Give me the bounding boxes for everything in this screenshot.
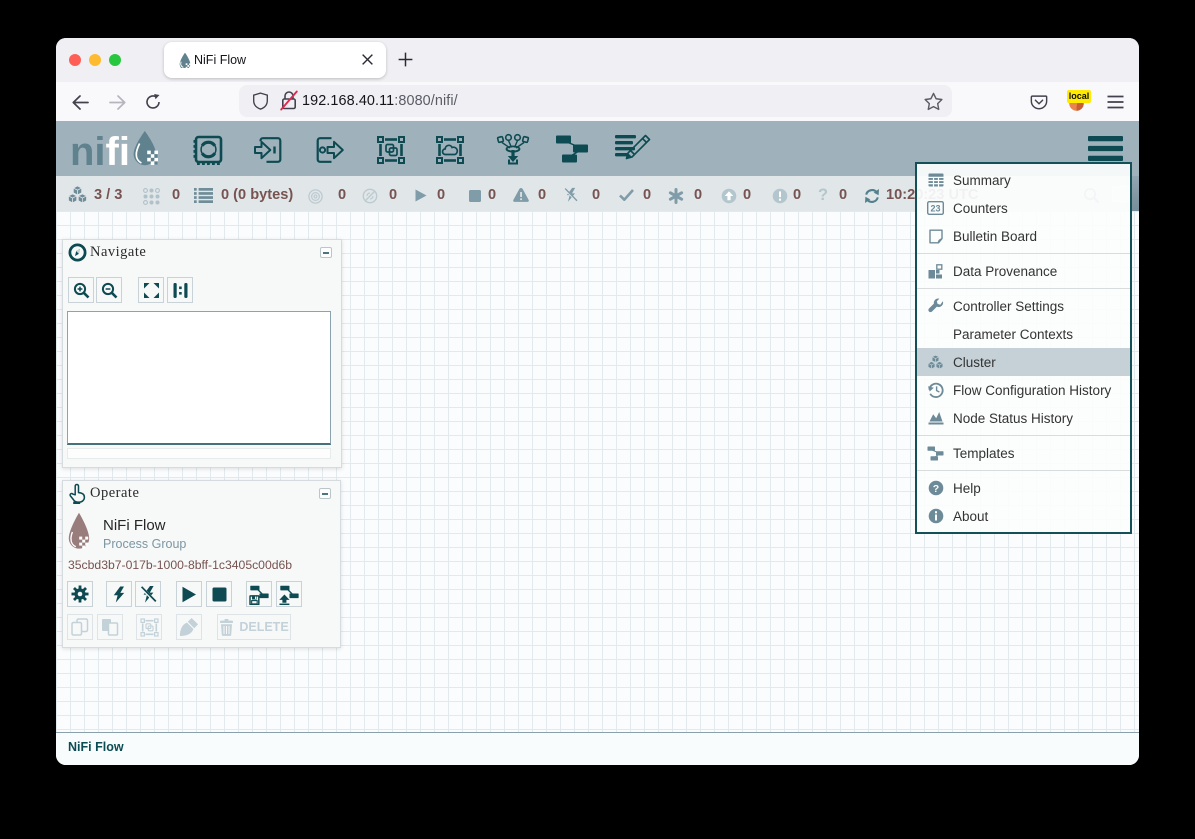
svg-text:?: ? <box>932 483 938 495</box>
svg-text:23: 23 <box>930 204 940 214</box>
svg-text:nifi: nifi <box>70 130 130 169</box>
